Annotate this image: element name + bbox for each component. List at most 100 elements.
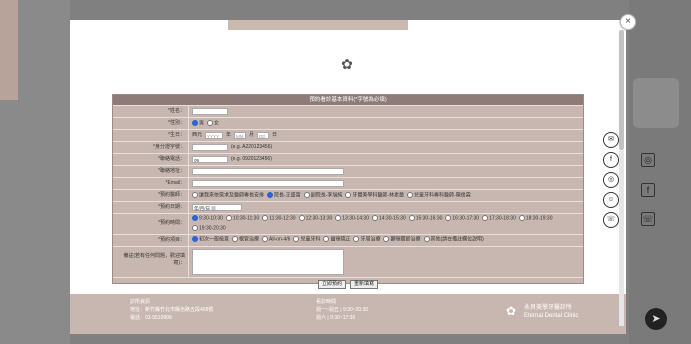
footer-hours-title: 看診時間 bbox=[316, 299, 337, 305]
address-input[interactable] bbox=[192, 168, 344, 175]
background-right-panel: ◎ f ☏ ➤ bbox=[629, 0, 691, 344]
form-buttons: 立即預約 重新填寫 bbox=[113, 276, 583, 292]
radio-icon bbox=[262, 236, 269, 243]
reset-button[interactable]: 重新填寫 bbox=[350, 280, 379, 290]
time-option-label: 13:30-14:30 bbox=[342, 215, 369, 222]
birthday-year-unit: 年 bbox=[226, 132, 232, 138]
time-option[interactable]: 18:30-19:30 bbox=[518, 215, 553, 222]
time-option-label: 19:30-20:30 bbox=[199, 225, 226, 232]
item-option[interactable]: 兒童牙科 bbox=[293, 236, 320, 243]
radio-icon bbox=[192, 119, 198, 126]
footer-phone: 電話：03-5510999 bbox=[130, 315, 172, 321]
time-option[interactable]: 17:30-18:30 bbox=[482, 215, 516, 222]
radio-icon bbox=[262, 215, 269, 221]
id-row: *身分證字號： (e.g. A220123456) bbox=[113, 141, 583, 153]
facebook-icon[interactable]: f bbox=[603, 152, 619, 168]
item-option-label: All-on-4/6 bbox=[269, 236, 291, 243]
instagram-icon[interactable]: ◎ bbox=[603, 172, 619, 188]
phone-input[interactable]: 09 bbox=[192, 156, 228, 163]
item-option[interactable]: 牙周治療 bbox=[353, 236, 380, 243]
time-option[interactable]: 12:30-13:30 bbox=[298, 215, 333, 222]
email-input[interactable] bbox=[192, 180, 344, 187]
doctor-option-label: 牙體美學科醫師-林素蕾 bbox=[352, 192, 405, 199]
id-input[interactable] bbox=[192, 144, 228, 151]
time-option[interactable]: 14:30-15:30 bbox=[371, 215, 406, 222]
time-option-label: 14:30-15:30 bbox=[378, 215, 406, 222]
item-option[interactable]: 初次一般檢查 bbox=[192, 236, 229, 243]
item-option[interactable]: All-on-4/6 bbox=[262, 236, 290, 243]
footer-contact-title: 診所資訊 bbox=[130, 299, 151, 305]
scrollbar-thumb[interactable] bbox=[619, 30, 624, 150]
item-option[interactable]: 根管治療 bbox=[232, 236, 259, 243]
footer-brand: 永貝美學牙醫診所 Eternal Dental Clinic bbox=[524, 304, 578, 320]
doctor-option[interactable]: 牙體美學科醫師-林素蕾 bbox=[345, 191, 405, 199]
time-option-label: 16:30-17:30 bbox=[452, 215, 480, 222]
time-option[interactable]: 9:30-10:30 bbox=[192, 215, 223, 222]
birthday-year-input[interactable]: YYYY bbox=[205, 132, 224, 139]
birthday-row: *生日： 西元 YYYY 年 MM 月 DD 日 bbox=[113, 129, 583, 141]
close-button[interactable]: × bbox=[620, 14, 636, 30]
time-row: *預約時間： 9:30-10:30 10:30-11:30 11:30-12:30 1… bbox=[113, 213, 583, 234]
doctor-option[interactable]: 兒童牙科專科醫師-陳俊霖 bbox=[407, 191, 471, 199]
doctor-row: *預約醫師： 讓我來依需求及醫師專長安排 院長-王盛富 副院長-李旭純 牙體美學科醫師… bbox=[113, 189, 583, 201]
gender-female-option[interactable]: 女 bbox=[207, 119, 219, 127]
item-row: *預約項目： 初次一般檢查 根管治療 All-on-4/6 兒童牙科 齒顎矯正 牙周治療 顳… bbox=[113, 233, 583, 246]
birthday-day-input[interactable]: DD bbox=[257, 132, 270, 139]
radio-icon bbox=[353, 236, 360, 243]
modal-footer: 診所資訊 地址：新竹縣竹北市縣治路五段408號 電話：03-5510999 看診… bbox=[70, 294, 626, 334]
gender-male-option[interactable]: 男 bbox=[192, 119, 204, 127]
radio-icon bbox=[192, 215, 198, 221]
radio-icon bbox=[207, 119, 214, 126]
radio-icon bbox=[298, 215, 305, 221]
share-icon: f bbox=[641, 183, 655, 197]
radio-icon bbox=[267, 191, 274, 198]
radio-icon bbox=[225, 215, 232, 221]
radio-icon bbox=[293, 236, 300, 243]
mail-icon[interactable]: ✉ bbox=[603, 132, 619, 148]
background-image-strip bbox=[0, 0, 18, 100]
footer-address: 地址：新竹縣竹北市縣治路五段408號 bbox=[130, 307, 214, 313]
phone-icon[interactable]: ☏ bbox=[603, 212, 619, 228]
birthday-month-input[interactable]: MM bbox=[234, 132, 247, 139]
radio-icon bbox=[192, 236, 198, 243]
radio-icon bbox=[335, 215, 342, 221]
id-hint: (e.g. A220123456) bbox=[231, 144, 273, 150]
instagram-icon: ◎ bbox=[641, 153, 655, 167]
name-input[interactable] bbox=[192, 108, 228, 115]
radio-icon bbox=[371, 215, 378, 221]
time-option[interactable]: 10:30-11:30 bbox=[225, 215, 260, 222]
time-option-label: 15:30-16:30 bbox=[415, 215, 443, 222]
modal-scrollbar[interactable] bbox=[619, 30, 624, 326]
submit-button[interactable]: 立即預約 bbox=[317, 280, 346, 290]
doctor-option[interactable]: 讓我來依需求及醫師專長安排 bbox=[192, 191, 265, 199]
phone-row: *聯絡電話： 09 (e.g. 0920123456) bbox=[113, 153, 583, 165]
birthday-prefix: 西元 bbox=[192, 132, 203, 138]
item-option[interactable]: 顳顎關節治療 bbox=[383, 236, 421, 243]
birthday-month-unit: 月 bbox=[249, 132, 255, 138]
time-option[interactable]: 19:30-20:30 bbox=[192, 225, 226, 232]
item-option[interactable]: 齒顎矯正 bbox=[323, 236, 350, 243]
note-row: 備註(若有任何問題，歡迎填寫)： bbox=[113, 245, 583, 277]
time-option-label: 18:30-19:30 bbox=[525, 215, 553, 222]
time-option[interactable]: 15:30-16:30 bbox=[408, 215, 443, 222]
time-option[interactable]: 13:30-14:30 bbox=[335, 215, 369, 222]
note-label: 備註(若有任何問題，歡迎填寫)： bbox=[113, 246, 189, 277]
time-option[interactable]: 16:30-17:30 bbox=[445, 215, 479, 222]
time-option-label: 10:30-11:30 bbox=[232, 215, 260, 222]
doctor-option-label: 讓我來依需求及醫師專長安排 bbox=[199, 192, 265, 199]
email-label: *Email： bbox=[113, 178, 189, 189]
item-option[interactable]: 其他(請在備註欄位說明) bbox=[423, 236, 484, 243]
item-option-label: 根管治療 bbox=[239, 236, 260, 243]
radio-icon bbox=[192, 191, 198, 198]
note-textarea[interactable] bbox=[192, 248, 344, 275]
phone-icon: ☏ bbox=[641, 212, 655, 226]
date-input[interactable]: 年/月/日 ▦ bbox=[192, 204, 242, 211]
brand-logo-icon: ✿ bbox=[506, 304, 517, 318]
doctor-option[interactable]: 院長-王盛富 bbox=[267, 191, 301, 199]
doctor-option[interactable]: 副院長-李旭純 bbox=[303, 191, 342, 199]
time-option-label: 12:30-13:30 bbox=[305, 215, 333, 222]
item-option-label: 兒童牙科 bbox=[300, 236, 321, 243]
time-option[interactable]: 11:30-12:30 bbox=[262, 215, 296, 222]
line-icon[interactable]: ☺ bbox=[603, 192, 619, 208]
header-image bbox=[228, 20, 408, 30]
